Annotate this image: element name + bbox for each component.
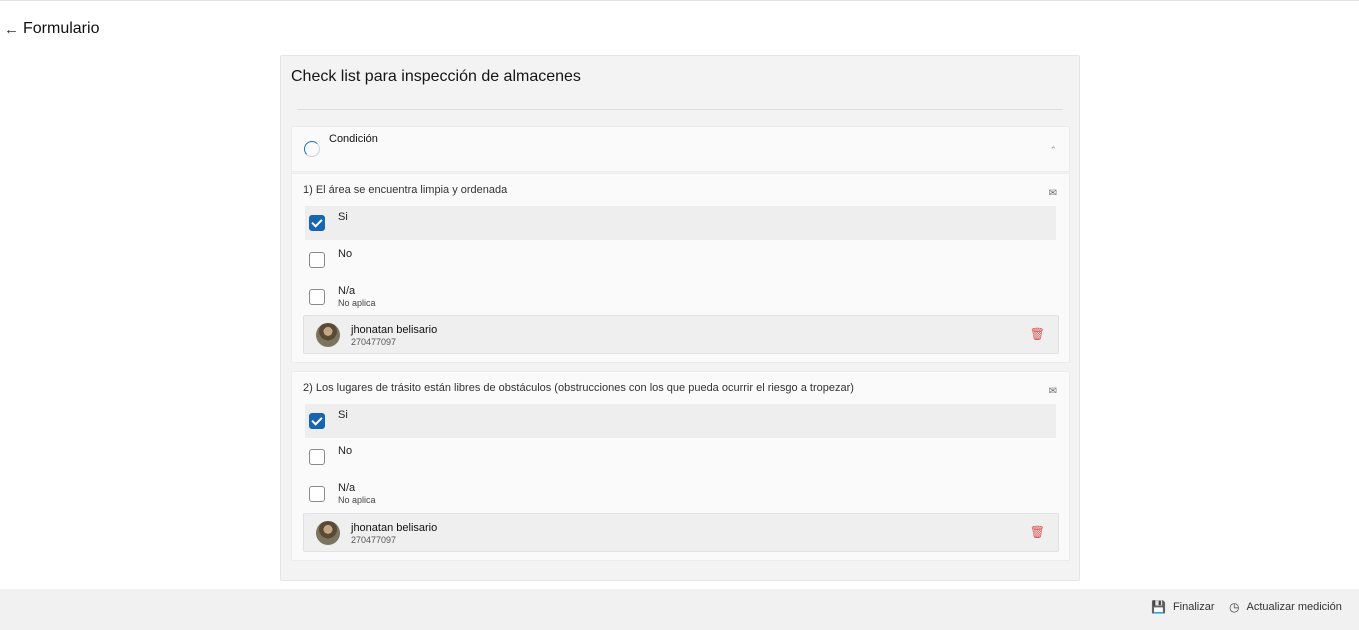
update-label: Actualizar medición <box>1246 601 1342 613</box>
checklist-card: Check list para inspección de almacenes … <box>280 55 1080 581</box>
option-label: N/a <box>338 482 356 494</box>
option-na[interactable]: N/a No aplica <box>305 477 1056 511</box>
arrow-left-icon[interactable]: ← <box>4 22 19 37</box>
option-na[interactable]: N/a No aplica <box>305 280 1056 314</box>
option-sublabel: No aplica <box>338 495 376 505</box>
option-si[interactable]: Si <box>305 206 1056 240</box>
trash-icon[interactable]: 🗑 <box>1030 525 1045 539</box>
user-record: jhonatan belisario 270477097 🗑 <box>303 513 1059 552</box>
checklist-title: Check list para inspección de almacenes <box>291 68 581 85</box>
avatar <box>316 521 340 545</box>
question-text: 2) Los lugares de trásito están libres d… <box>303 382 854 394</box>
option-no[interactable]: No <box>305 440 1056 474</box>
back-link[interactable]: ← Formulario <box>4 20 99 38</box>
save-icon: 💾 <box>1151 600 1166 614</box>
card-divider <box>297 109 1063 110</box>
chevron-up-icon[interactable]: ⌃ <box>1049 145 1057 156</box>
user-id: 270477097 <box>351 535 397 545</box>
question-text: 1) El área se encuentra limpia y ordenad… <box>303 184 508 196</box>
option-label: N/a <box>338 285 356 297</box>
gauge-icon: ◷ <box>1229 600 1240 614</box>
checkbox-unchecked[interactable] <box>309 289 325 305</box>
option-label: No <box>338 248 353 260</box>
update-measurement-button[interactable]: ◷ Actualizar medición <box>1229 600 1342 614</box>
question-block-2: 2) Los lugares de trásito están libres d… <box>291 371 1070 561</box>
footer-bar: 💾 Finalizar ◷ Actualizar medición <box>0 589 1359 630</box>
option-no[interactable]: No <box>305 243 1056 277</box>
option-label: Si <box>338 211 348 223</box>
avatar <box>316 323 340 347</box>
user-record: jhonatan belisario 270477097 🗑 <box>303 315 1059 354</box>
checkbox-unchecked[interactable] <box>309 252 325 268</box>
checkbox-checked[interactable] <box>309 413 325 429</box>
finalize-button[interactable]: 💾 Finalizar <box>1151 600 1215 614</box>
top-divider <box>0 0 1359 1</box>
option-label: No <box>338 445 353 457</box>
user-name: jhonatan belisario <box>351 324 438 336</box>
trash-icon[interactable]: 🗑 <box>1030 327 1045 341</box>
finalize-label: Finalizar <box>1172 601 1215 613</box>
option-label: Si <box>338 409 348 421</box>
option-si[interactable]: Si <box>305 404 1056 438</box>
question-block-1: 1) El área se encuentra limpia y ordenad… <box>291 173 1070 363</box>
page-title: Formulario <box>23 20 100 37</box>
user-id: 270477097 <box>351 337 397 347</box>
progress-spinner-icon <box>304 141 320 157</box>
image-icon[interactable]: ✉ <box>1049 188 1057 199</box>
checkbox-checked[interactable] <box>309 215 325 231</box>
user-name: jhonatan belisario <box>351 522 438 534</box>
checkbox-unchecked[interactable] <box>309 449 325 465</box>
section-header-condicion[interactable]: Condición ⌃ <box>291 126 1070 172</box>
section-label: Condición <box>329 133 378 145</box>
image-icon[interactable]: ✉ <box>1049 386 1057 397</box>
checkbox-unchecked[interactable] <box>309 486 325 502</box>
option-sublabel: No aplica <box>338 298 376 308</box>
